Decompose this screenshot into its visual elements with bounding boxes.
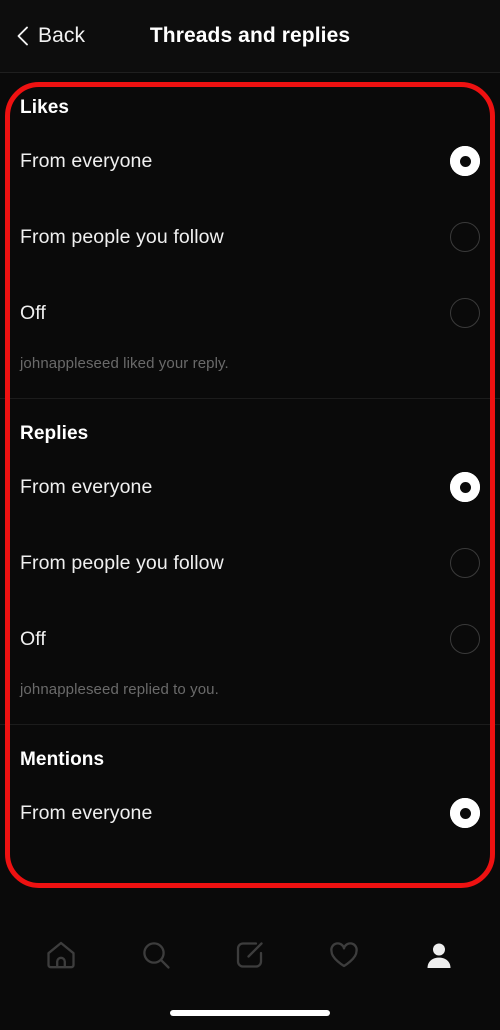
option-label: From people you follow: [20, 551, 224, 574]
settings-section: Mentions From everyone: [0, 725, 500, 851]
radio-button-unselected[interactable]: [450, 548, 480, 578]
page-title: Threads and replies: [149, 24, 351, 47]
option-row[interactable]: From everyone: [20, 775, 480, 851]
option-row[interactable]: From people you follow: [20, 199, 480, 275]
section-title: Mentions: [20, 749, 105, 770]
compose-icon: [233, 938, 267, 977]
option-label: From everyone: [20, 801, 153, 824]
nav-item-home[interactable]: [30, 931, 92, 983]
radio-button-selected[interactable]: [450, 798, 480, 828]
nav-item-search[interactable]: [125, 931, 187, 983]
section-title: Likes: [20, 97, 70, 118]
section-title: Replies: [20, 423, 89, 444]
nav-item-profile[interactable]: [408, 931, 470, 983]
radio-button-unselected[interactable]: [450, 624, 480, 654]
settings-section: Likes From everyone From people you follow…: [0, 73, 500, 398]
option-label: Off: [20, 627, 46, 650]
bottom-navigation-bar: [0, 913, 500, 1030]
option-row[interactable]: From everyone: [20, 123, 480, 199]
home-indicator: [170, 1010, 330, 1016]
radio-button-unselected[interactable]: [450, 222, 480, 252]
option-row[interactable]: From people you follow: [20, 525, 480, 601]
section-hint: johnappleseed liked your reply.: [20, 355, 229, 372]
option-row[interactable]: Off: [20, 601, 480, 677]
nav-item-compose[interactable]: [219, 931, 281, 983]
radio-button-selected[interactable]: [450, 146, 480, 176]
option-label: Off: [20, 301, 46, 324]
settings-section: Replies From everyone From people you foll…: [0, 399, 500, 724]
option-row[interactable]: From everyone: [20, 449, 480, 525]
radio-button-unselected[interactable]: [450, 298, 480, 328]
profile-icon: [422, 938, 456, 977]
search-icon: [139, 938, 173, 977]
option-label: From everyone: [20, 149, 153, 172]
settings-list[interactable]: Likes From everyone From people you follow…: [0, 73, 500, 913]
app-header: Back Threads and replies: [0, 0, 500, 73]
radio-button-selected[interactable]: [450, 472, 480, 502]
option-label: From people you follow: [20, 225, 224, 248]
phone-screen: Back Threads and replies Likes From every…: [0, 0, 500, 1030]
option-label: From everyone: [20, 475, 153, 498]
section-hint: johnappleseed replied to you.: [20, 681, 219, 698]
nav-item-activity[interactable]: [313, 931, 375, 983]
option-row[interactable]: Off: [20, 275, 480, 351]
home-icon: [44, 938, 78, 977]
heart-icon: [327, 938, 361, 977]
